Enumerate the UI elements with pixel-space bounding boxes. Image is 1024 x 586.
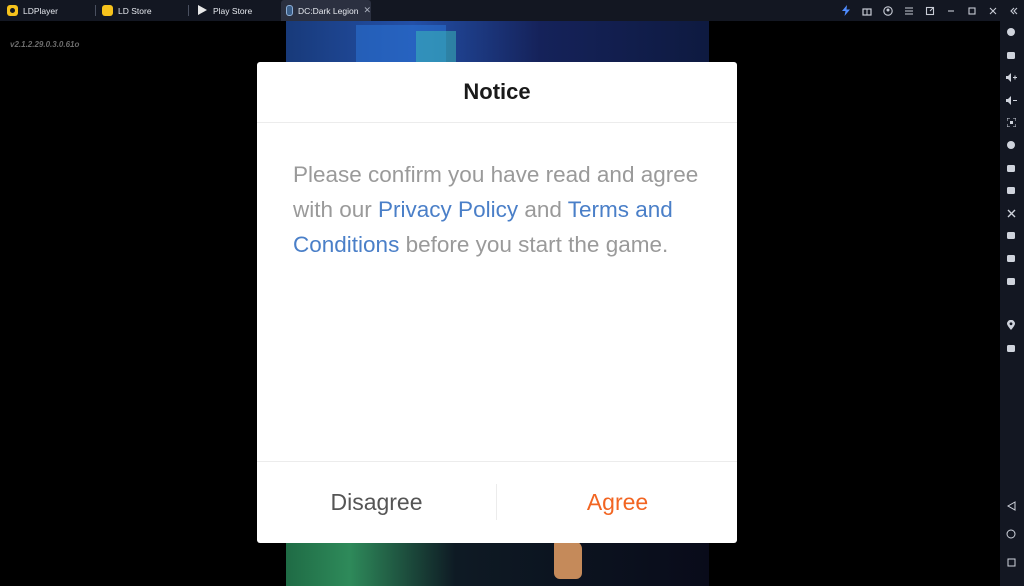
tab-play-store[interactable]: Play Store	[188, 0, 281, 21]
art-shape	[416, 31, 456, 66]
ld-store-icon	[102, 5, 113, 16]
popout-icon[interactable]	[919, 0, 940, 21]
right-sidebar	[1000, 21, 1024, 586]
operation-record-icon[interactable]	[1005, 207, 1017, 219]
minimize-icon[interactable]	[940, 0, 961, 21]
keyboard-icon[interactable]	[1005, 49, 1017, 61]
character-boot	[554, 541, 582, 579]
agree-button[interactable]: Agree	[498, 462, 737, 542]
message-text: before you start the game.	[399, 232, 669, 257]
ldplayer-icon	[7, 5, 18, 16]
version-label: v2.1.2.29.0.3.0.61o	[10, 40, 80, 49]
screenshot-icon[interactable]	[1005, 116, 1017, 128]
play-store-icon	[197, 5, 208, 16]
volume-up-icon[interactable]	[1005, 71, 1017, 83]
folder-icon[interactable]	[1005, 275, 1017, 287]
menu-icon[interactable]	[898, 0, 919, 21]
home-icon[interactable]	[1004, 527, 1018, 541]
dialog-title: Notice	[463, 79, 531, 104]
game-art-bottom	[286, 541, 709, 586]
multi-instance-icon[interactable]	[1005, 162, 1017, 174]
more-icon[interactable]	[1005, 342, 1017, 354]
video-record-icon[interactable]	[1005, 229, 1017, 241]
window-controls	[835, 0, 1024, 21]
bolt-icon[interactable]	[835, 0, 856, 21]
tab-close-icon[interactable]: ✕	[363, 5, 371, 16]
volume-down-icon[interactable]	[1005, 94, 1017, 106]
dialog-message: Please confirm you have read and agree w…	[293, 157, 713, 262]
button-separator	[496, 484, 497, 520]
keyboard-mapping-icon[interactable]	[1005, 26, 1017, 38]
tab-dc-dark-legion[interactable]: DC:Dark Legion ✕	[281, 0, 371, 21]
message-text: and	[518, 197, 568, 222]
tab-label: DC:Dark Legion	[297, 5, 359, 16]
tab-label: LD Store	[118, 5, 152, 16]
collapse-sidebar-icon[interactable]	[1003, 0, 1024, 21]
notice-dialog: Notice Please confirm you have read and …	[257, 62, 737, 543]
close-icon[interactable]	[982, 0, 1003, 21]
title-divider	[257, 122, 737, 123]
tab-label: Play Store	[213, 5, 253, 16]
tab-bar: LDPlayer LD Store Play Store DC:Dark Leg…	[0, 0, 1024, 21]
privacy-policy-link[interactable]: Privacy Policy	[378, 197, 518, 222]
tab-separator	[188, 5, 189, 16]
install-apk-icon[interactable]	[1005, 139, 1017, 151]
gift-icon[interactable]	[856, 0, 877, 21]
recents-icon[interactable]	[1004, 555, 1018, 569]
robot-icon[interactable]	[1005, 184, 1017, 196]
back-icon[interactable]	[1004, 499, 1018, 513]
game-icon	[286, 5, 293, 16]
account-icon[interactable]	[877, 0, 898, 21]
tab-label: LDPlayer	[23, 5, 58, 16]
disagree-button[interactable]: Disagree	[257, 462, 496, 542]
tab-ldplayer[interactable]: LDPlayer	[0, 0, 95, 21]
tab-ld-store[interactable]: LD Store	[95, 0, 188, 21]
location-icon[interactable]	[1005, 319, 1017, 331]
sync-icon[interactable]	[1005, 252, 1017, 264]
maximize-icon[interactable]	[961, 0, 982, 21]
tab-separator	[95, 5, 96, 16]
game-art-top	[286, 21, 709, 66]
